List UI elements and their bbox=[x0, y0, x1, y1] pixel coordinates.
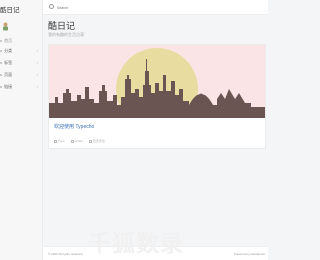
search-input[interactable] bbox=[57, 4, 85, 11]
brand-title[interactable]: 酷日记 bbox=[0, 4, 20, 14]
tag-icon bbox=[0, 61, 2, 64]
post-card[interactable]: 欢迎使用 Typecho Typo Friday 暂无评论 bbox=[48, 44, 266, 149]
powered-by-link[interactable]: Powered by Handsome bbox=[234, 252, 265, 256]
post-author[interactable]: Typo bbox=[54, 139, 65, 143]
post-author-label: Typo bbox=[58, 139, 65, 143]
topbar bbox=[43, 0, 268, 15]
sidebar-item-label: 标签 bbox=[4, 60, 13, 65]
chevron-right-icon: › bbox=[36, 72, 38, 77]
comment-icon bbox=[88, 139, 92, 143]
link-icon bbox=[0, 85, 2, 88]
page-icon bbox=[0, 73, 2, 76]
folder-icon bbox=[0, 49, 2, 52]
user-icon bbox=[54, 139, 57, 143]
sidebar-item-tags[interactable]: 标签 › bbox=[0, 58, 43, 67]
post-title-link[interactable]: 欢迎使用 Typecho bbox=[54, 123, 94, 130]
search-icon[interactable] bbox=[49, 4, 54, 9]
sidebar-item-label: 分类 bbox=[4, 48, 13, 53]
sidebar: 酷日记 首页 分类 › 标签 › 页面 › 链接 › bbox=[0, 0, 43, 260]
sidebar-item-category[interactable]: 分类 › bbox=[0, 46, 43, 55]
clock-icon bbox=[70, 139, 74, 143]
chevron-right-icon: › bbox=[36, 60, 38, 65]
page-header: 酷日记 我的有趣的生活点滴 bbox=[43, 15, 268, 45]
chevron-right-icon: › bbox=[36, 84, 38, 89]
sidebar-item-home[interactable]: 首页 bbox=[0, 36, 43, 45]
sidebar-item-label: 页面 bbox=[4, 72, 13, 77]
page-title: 酷日记 bbox=[48, 21, 76, 31]
site-description: 我的有趣的生活点滴 bbox=[48, 32, 84, 37]
watermark-text: 千狐数录 bbox=[88, 230, 184, 256]
sidebar-item-label: 链接 bbox=[4, 84, 13, 89]
sidebar-item-pages[interactable]: 页面 › bbox=[0, 70, 43, 79]
post-comments[interactable]: 暂无评论 bbox=[88, 139, 105, 143]
post-date: Friday bbox=[70, 139, 83, 143]
sidebar-item-links[interactable]: 链接 › bbox=[0, 82, 43, 91]
avatar[interactable] bbox=[2, 22, 9, 31]
chevron-right-icon: › bbox=[36, 48, 38, 53]
post-comments-label: 暂无评论 bbox=[92, 139, 105, 143]
post-date-label: Friday bbox=[74, 139, 83, 143]
home-icon bbox=[0, 39, 2, 42]
post-banner-image[interactable] bbox=[49, 45, 265, 118]
search-box[interactable] bbox=[49, 4, 85, 11]
post-meta: Typo Friday 暂无评论 bbox=[54, 139, 105, 143]
sidebar-item-label: 首页 bbox=[4, 38, 13, 43]
copyright-text: © 2020 All rights reserved bbox=[48, 252, 83, 256]
